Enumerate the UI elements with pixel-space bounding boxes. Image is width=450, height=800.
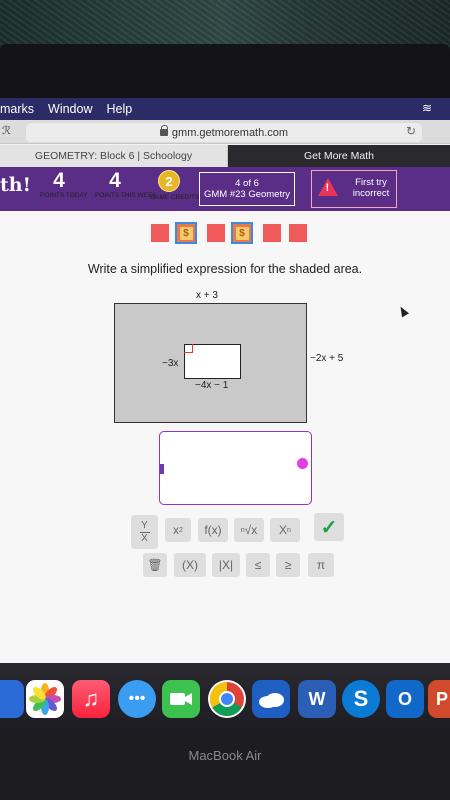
url-text: gmm.getmoremath.com — [171, 126, 289, 139]
url-bar[interactable]: gmm.getmoremath.com ↻ — [26, 123, 422, 142]
dollar-icon: $ — [179, 226, 193, 240]
square-key[interactable]: x2 — [165, 518, 191, 542]
points-today-label: POINTS TODAY — [40, 192, 88, 199]
tab-schoology[interactable]: GEOMETRY: Block 6 | Schoology — [0, 145, 228, 167]
word-icon[interactable]: W — [298, 680, 336, 718]
abs-key[interactable]: |X| — [212, 553, 240, 577]
points-week-label: POINTS THIS WEEK — [95, 192, 157, 199]
menu-item-help[interactable]: Help — [107, 102, 133, 116]
chrome-icon[interactable] — [208, 680, 246, 718]
dollar-icon: $ — [235, 226, 249, 240]
safari-icon[interactable] — [0, 680, 24, 718]
warning-exclamation: ! — [325, 182, 330, 194]
music-icon[interactable]: ♫ — [72, 680, 110, 718]
subscript-key-label: X — [279, 523, 288, 537]
pi-key[interactable]: π — [308, 553, 334, 577]
menu-item-bookmarks[interactable]: marks — [0, 102, 34, 116]
submit-dot-icon[interactable] — [297, 458, 308, 469]
check-icon[interactable]: ✓ — [314, 513, 344, 541]
powerpoint-icon[interactable]: P — [428, 680, 450, 718]
game-credits[interactable]: 2 GAME CREDITS — [150, 170, 199, 201]
function-key[interactable]: f(x) — [198, 518, 228, 542]
outlook-icon[interactable]: O — [386, 680, 424, 718]
photo-stage: marks Window Help ≋ ℛ gmm.getmoremath.co… — [0, 0, 450, 800]
points-today: 4 POINTS TODAY — [40, 169, 88, 200]
progress-square — [289, 224, 307, 242]
inner-left-label: −3x — [162, 358, 179, 369]
game-credits-label: GAME CREDITS — [150, 194, 200, 201]
messages-icon[interactable]: ••• — [118, 680, 156, 718]
greater-equal-key-label: ≥ — [284, 558, 292, 572]
wifi-icon[interactable]: ≋ — [422, 101, 432, 115]
root-key-label: √ — [244, 523, 252, 537]
tab-get-more-math[interactable]: Get More Math — [228, 145, 450, 167]
outer-right-label: −2x + 5 — [310, 353, 344, 364]
progress-square — [263, 224, 281, 242]
function-key-label: f(x) — [204, 523, 222, 537]
coin-icon: 2 — [158, 170, 180, 192]
progress-square-coin: $ — [175, 222, 197, 244]
progress-square-coin: $ — [231, 222, 253, 244]
less-equal-key[interactable]: ≤ — [246, 553, 270, 577]
input-caret — [160, 464, 164, 474]
less-equal-key-label: ≤ — [254, 558, 262, 572]
answer-input[interactable] — [159, 431, 312, 505]
progress-count: 4 of 6 — [235, 178, 259, 189]
sidebar-icon[interactable]: ℛ — [2, 124, 11, 137]
menu-item-window[interactable]: Window — [48, 102, 92, 116]
parens-key[interactable]: (X) — [174, 553, 206, 577]
tab-bar: GEOMETRY: Block 6 | Schoology Get More M… — [0, 145, 450, 167]
parens-key-label: (X) — [182, 558, 198, 572]
address-row: ℛ gmm.getmoremath.com ↻ — [0, 120, 450, 144]
alert-text: First try incorrect — [352, 177, 390, 199]
inner-bottom-label: −4x − 1 — [195, 380, 229, 391]
gmm-header: th! 4 POINTS TODAY 4 POINTS THIS WEEK 2 … — [0, 167, 450, 211]
tab-schoology-label: GEOMETRY: Block 6 | Schoology — [34, 150, 193, 162]
subscript-key[interactable]: Xn — [270, 518, 300, 542]
facetime-icon[interactable] — [162, 680, 200, 718]
tab-get-more-math-label: Get More Math — [303, 150, 375, 162]
skype-icon[interactable]: S — [342, 680, 380, 718]
right-angle-mark — [184, 344, 193, 353]
brand-logo: th! — [0, 174, 31, 196]
progress-square — [151, 224, 169, 242]
laptop-bezel — [0, 44, 450, 100]
abs-key-label: |X| — [218, 558, 234, 572]
points-week-value: 4 — [109, 169, 121, 192]
points-week: 4 POINTS THIS WEEK — [95, 169, 157, 200]
lock-icon — [159, 125, 169, 136]
greater-equal-key[interactable]: ≥ — [276, 553, 300, 577]
reload-icon[interactable]: ↻ — [406, 124, 416, 138]
progress-assignment: GMM #23 Geometry — [203, 189, 291, 200]
fraction-key-top: Y — [141, 519, 148, 531]
progress-square — [207, 224, 225, 242]
pi-key-label: π — [316, 558, 326, 572]
laptop-bottom-bezel — [0, 730, 450, 800]
problem-progress: 4 of 6 GMM #23 Geometry — [199, 172, 295, 206]
root-key[interactable]: n √ x — [234, 518, 264, 542]
fraction-key-bottom: X — [141, 532, 148, 544]
mac-menubar: marks Window Help ≋ — [0, 98, 450, 120]
fraction-key[interactable]: YX — [131, 515, 158, 549]
problem-prompt: Write a simplified expression for the sh… — [87, 262, 363, 276]
onedrive-icon[interactable] — [252, 680, 290, 718]
points-today-value: 4 — [53, 169, 65, 192]
outer-top-label: x + 3 — [196, 290, 218, 301]
background-fabric — [0, 0, 450, 50]
device-label: MacBook Air — [188, 748, 262, 763]
trash-icon[interactable]: 🗑 — [143, 553, 167, 577]
photos-icon[interactable] — [26, 680, 64, 718]
first-try-alert: ! First try incorrect — [311, 170, 397, 208]
